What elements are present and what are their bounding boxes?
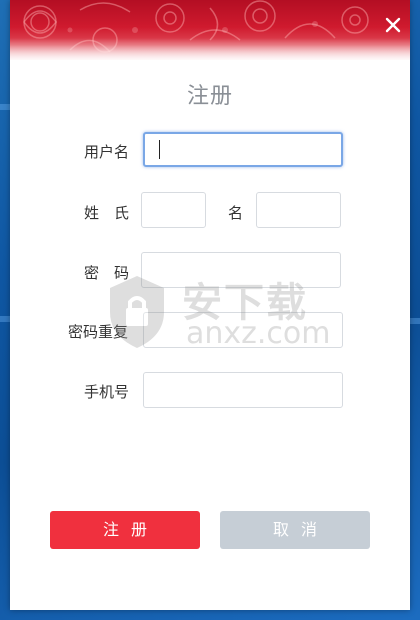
given-name-label: 名 [228,204,244,222]
register-button[interactable]: 注册 [50,511,200,549]
desktop-background-streak [410,318,420,324]
header-banner [10,0,410,60]
password-repeat-label: 密码重复 [68,323,129,341]
desktop-background-streak [0,316,10,322]
surname-input[interactable] [141,192,206,228]
desktop-background-streak [0,104,10,110]
dialog-title: 注册 [186,84,233,109]
phone-input[interactable] [143,372,343,408]
register-dialog: 注册 用户名 姓 氏 名 密 码 密码重复 手机号 安下载 anxz.com 注… [10,0,410,610]
username-input[interactable] [143,132,343,167]
password-input[interactable] [141,252,341,288]
cancel-button[interactable]: 取消 [220,511,370,549]
username-label: 用户名 [84,143,130,161]
surname-label: 姓 氏 [84,204,130,222]
banner-fade [10,38,410,60]
password-repeat-input[interactable] [143,312,343,348]
password-label: 密 码 [84,264,130,282]
phone-label: 手机号 [84,383,130,401]
close-icon [385,17,401,33]
given-name-input[interactable] [256,192,341,228]
close-button[interactable] [382,14,404,36]
text-caret [159,140,160,159]
